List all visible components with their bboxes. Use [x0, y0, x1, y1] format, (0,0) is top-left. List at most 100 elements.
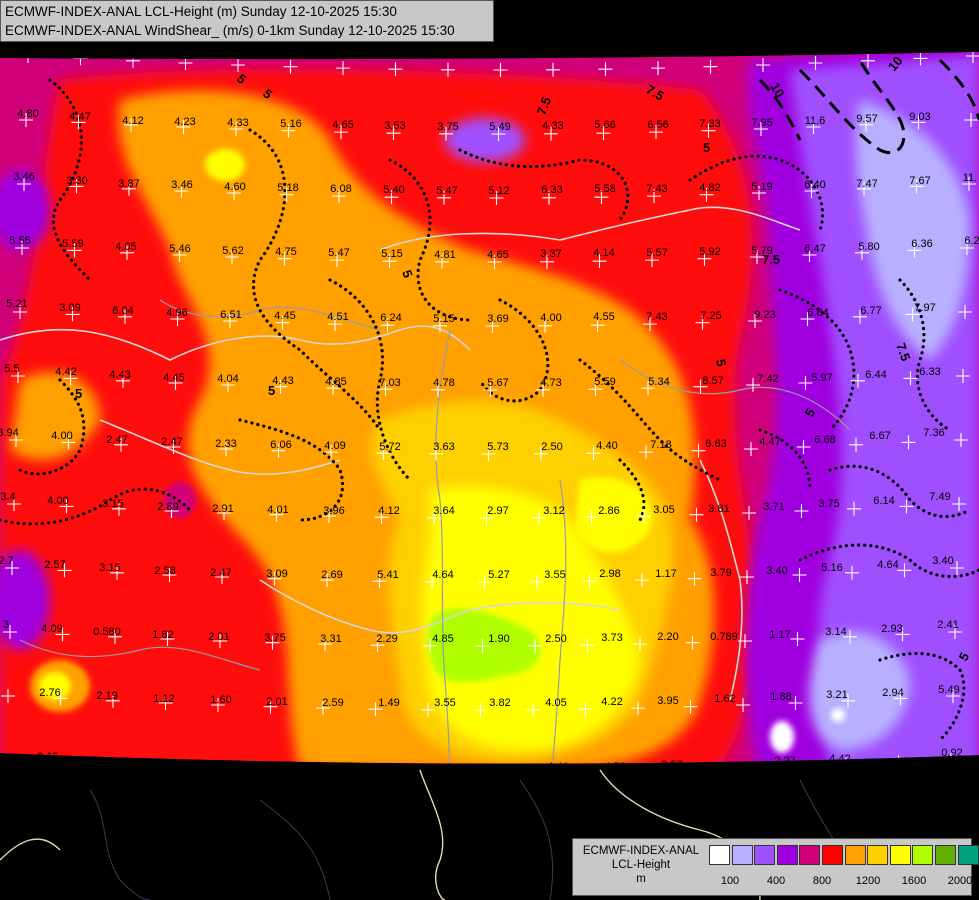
station-value: 3.81 [708, 503, 729, 515]
station-value: 3.79 [710, 567, 731, 579]
legend-model: ECMWF-INDEX-ANAL [582, 845, 700, 857]
station-value: 2.98 [599, 568, 620, 580]
station-value: 7.49 [929, 491, 950, 503]
station-value: 4.33 [542, 120, 563, 132]
station-value: 7.67 [909, 175, 930, 187]
legend-swatch [731, 845, 753, 865]
legend-tick: 400 [766, 875, 786, 887]
station-value: 3.71 [763, 501, 784, 513]
station-value: 7.43 [646, 183, 667, 195]
station-value: 7.33 [699, 118, 720, 130]
station-value: 4.82 [699, 182, 720, 194]
station-value: 2.76 [39, 687, 60, 699]
station-value: 7.95 [751, 117, 772, 129]
station-value: 3.53 [384, 120, 405, 132]
station-value: 3.14 [825, 626, 846, 638]
station-value: 4.75 [275, 246, 296, 258]
station-value: 2.19 [96, 690, 117, 702]
station-value: 5.47 [436, 185, 457, 197]
legend-swatch [709, 845, 730, 865]
station-value: 7.03 [379, 377, 400, 389]
station-value: 0.580 [93, 626, 121, 638]
station-value: 3.96 [323, 505, 344, 517]
station-value: 3.09 [266, 568, 287, 580]
station-value: 5.19 [751, 181, 772, 193]
station-value: 2.50 [545, 633, 566, 645]
station-value: 6.47 [804, 243, 825, 255]
station-value: 5.97 [811, 372, 832, 384]
station-value: 6.04 [112, 305, 133, 317]
station-value: 9.23 [754, 309, 775, 321]
station-value: 4.04 [217, 373, 238, 385]
station-value: 2.69 [321, 569, 342, 581]
contour-label: 7.5 [762, 252, 780, 267]
station-value: 6.84 [807, 307, 828, 319]
station-value: 4.22 [601, 696, 622, 708]
station-value: 3.55 [544, 569, 565, 581]
legend-swatch [776, 845, 798, 865]
station-value: 4.85 [432, 633, 453, 645]
station-value: 6.77 [860, 305, 881, 317]
station-value: 4.05 [545, 697, 566, 709]
station-value: 3.31 [320, 633, 341, 645]
station-value: 2.86 [598, 505, 619, 517]
station-value: 6.51 [220, 309, 241, 321]
station-value: 1.62 [714, 693, 735, 705]
station-value: 1.82 [152, 629, 173, 641]
station-value: 4.51 [327, 311, 348, 323]
station-value: 1.88 [770, 691, 791, 703]
station-value: 1.17 [655, 568, 676, 580]
station-value: 4.43 [272, 375, 293, 387]
legend-parameter: LCL-Height [611, 859, 671, 871]
station-value: 3 [3, 619, 9, 631]
station-value: 3.94 [0, 427, 19, 439]
weather-map: 4.80 4.47 4.12 4.23 4.33 5.16 4.65 3.53 3.75 5.49… [0, 0, 979, 900]
station-value: 4.43 [109, 369, 130, 381]
station-value: 2.7 [0, 555, 14, 567]
station-value: 3.87 [118, 178, 139, 190]
station-value: 3.15 [102, 498, 123, 510]
station-value: 5.15 [381, 248, 402, 260]
station-value: 7.42 [757, 373, 778, 385]
station-value: 5.55 [9, 235, 30, 247]
station-value: 6.56 [647, 119, 668, 131]
contour-label: 5 [268, 383, 275, 398]
station-value: 2.93 [881, 623, 902, 635]
station-value: 5.73 [487, 441, 508, 453]
station-value: 5.34 [648, 376, 669, 388]
station-value: 5.21 [6, 298, 27, 310]
station-value: 4.64 [877, 559, 898, 571]
station-value: 1.60 [210, 694, 231, 706]
legend-tick: 2000 [947, 875, 973, 887]
legend-swatch [889, 845, 911, 865]
station-value: 4.00 [47, 495, 68, 507]
station-value: 5.12 [488, 185, 509, 197]
station-value: 3.12 [543, 505, 564, 517]
station-value: 5.16 [821, 562, 842, 574]
legend-swatch [912, 845, 934, 865]
station-value: 4.01 [267, 504, 288, 516]
station-value: 5.40 [383, 184, 404, 196]
station-value: 5.92 [699, 246, 720, 258]
station-value: 6.06 [270, 439, 291, 451]
station-value: 6.2 [964, 235, 979, 247]
station-value: 7.47 [856, 178, 877, 190]
station-value: 5.46 [169, 243, 190, 255]
station-value: 6.24 [380, 312, 401, 324]
station-value: 4.45 [163, 372, 184, 384]
station-value: 5.67 [487, 377, 508, 389]
station-value: 2.01 [208, 631, 229, 643]
station-value: 4.73 [540, 377, 561, 389]
legend-tick: 100 [720, 875, 740, 887]
station-value: 11.6 [805, 115, 826, 127]
station-value: 7.36 [923, 427, 944, 439]
station-value: 5.15 [433, 313, 454, 325]
station-value: 4.47 [759, 436, 780, 448]
station-value: 2.57 [44, 559, 65, 571]
station-value: 7.97 [914, 302, 935, 314]
station-value: 11. [963, 172, 977, 184]
legend-swatch [957, 845, 979, 865]
legend-unit: m [636, 873, 646, 885]
station-value: 5.18 [277, 182, 298, 194]
station-value: 8.57 [702, 375, 723, 387]
